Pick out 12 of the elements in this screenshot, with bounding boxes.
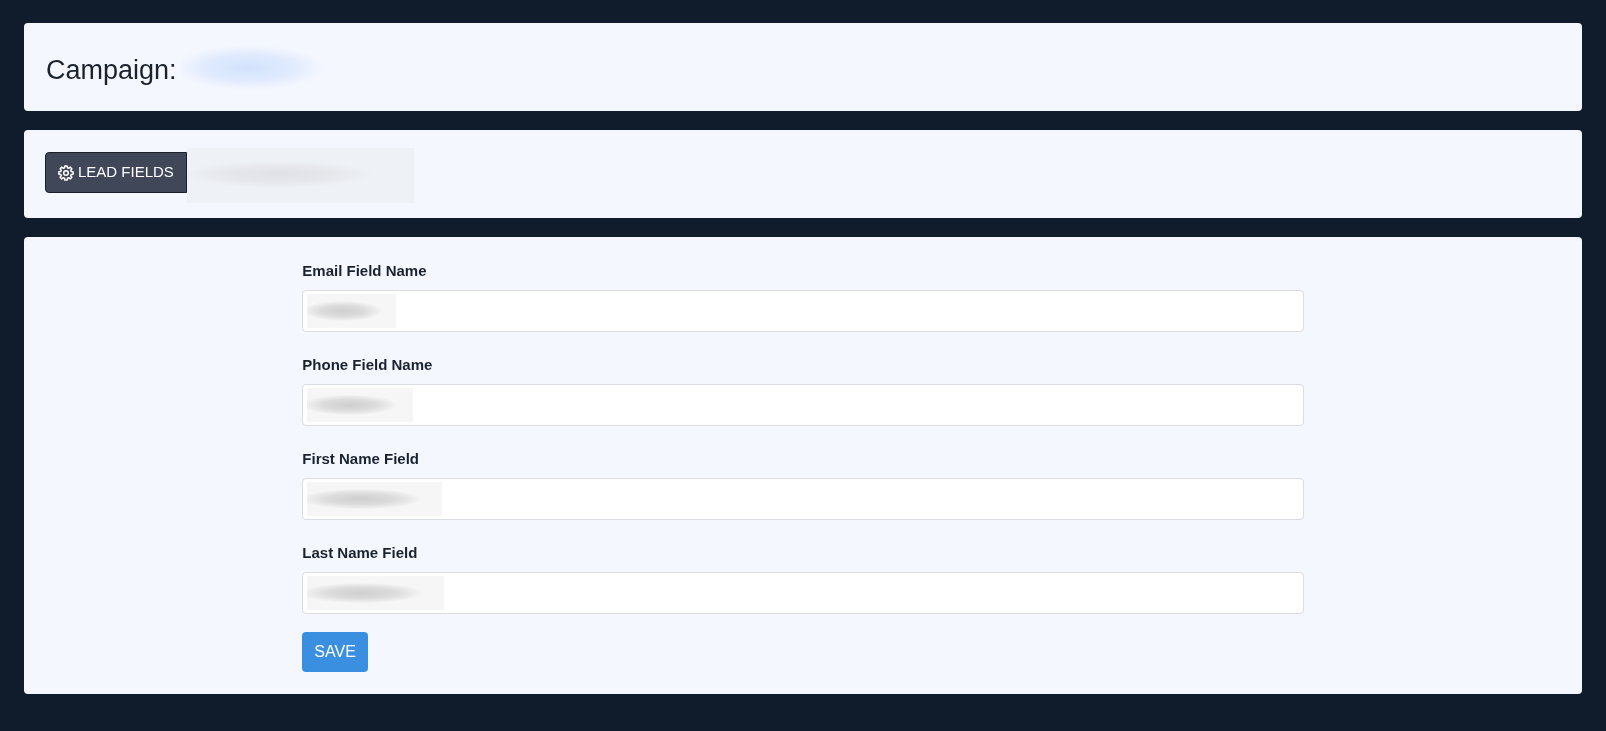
- input-field[interactable]: [302, 478, 1304, 520]
- redacted-tab[interactable]: [186, 148, 414, 203]
- input-field[interactable]: [302, 384, 1304, 426]
- field-label: Last Name Field: [302, 543, 418, 563]
- field-label: Email Field Name: [302, 261, 427, 281]
- input-field[interactable]: [302, 572, 1304, 614]
- input-field[interactable]: [302, 290, 1304, 332]
- page-title: Campaign:: [46, 54, 177, 87]
- lead-fields-tab[interactable]: LEAD FIELDS: [45, 152, 187, 193]
- gear-icon: [58, 164, 74, 181]
- field-label: First Name Field: [302, 449, 420, 469]
- field-label: Phone Field Name: [302, 355, 433, 375]
